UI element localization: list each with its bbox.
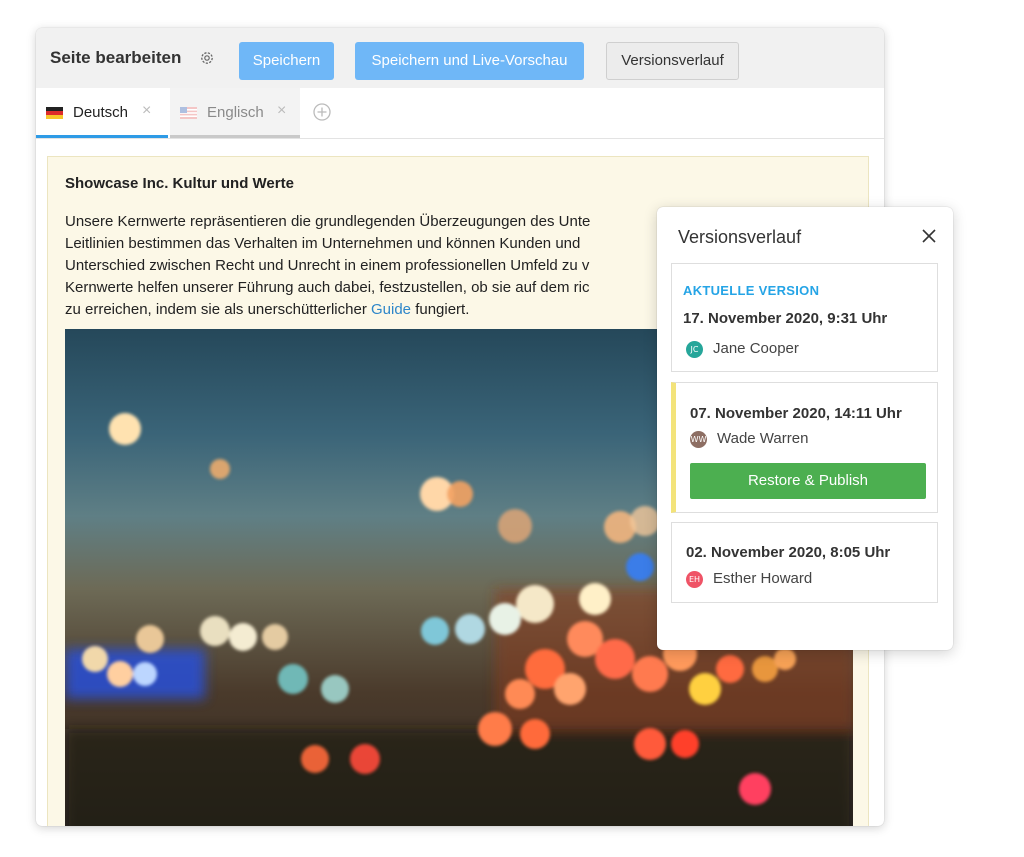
current-version-label: AKTUELLE VERSION — [683, 283, 820, 298]
version-card-selected[interactable]: 07. November 2020, 14:11 Uhr WW Wade War… — [671, 382, 938, 513]
save-and-preview-button[interactable]: Speichern und Live-Vorschau — [355, 42, 584, 80]
paragraph-line: Kernwerte helfen unserer Führung auch da… — [65, 279, 590, 296]
close-icon[interactable]: × — [277, 102, 286, 120]
close-icon[interactable]: × — [142, 102, 151, 120]
avatar: EH — [686, 571, 703, 588]
version-date: 07. November 2020, 14:11 Uhr — [690, 405, 902, 422]
version-date: 02. November 2020, 8:05 Uhr — [686, 544, 891, 561]
language-tabs: Deutsch × Englisch × — [36, 88, 884, 139]
paragraph-line: Leitlinien bestimmen das Verhalten im Un… — [65, 235, 581, 252]
paragraph-line-last: zu erreichen, indem sie als unerschütter… — [65, 299, 685, 321]
paragraph-line: Unterschied zwischen Recht und Unrecht i… — [65, 257, 590, 274]
version-card-current[interactable]: AKTUELLE VERSION 17. November 2020, 9:31… — [671, 263, 938, 372]
version-history-panel: Versionsverlauf AKTUELLE VERSION 17. Nov… — [657, 207, 953, 650]
german-flag-icon — [46, 106, 63, 119]
tab-label: Deutsch — [73, 104, 129, 121]
version-date: 17. November 2020, 9:31 Uhr — [683, 310, 888, 327]
tab-label: Englisch — [207, 104, 264, 121]
version-card[interactable]: 02. November 2020, 8:05 Uhr EH Esther Ho… — [671, 522, 938, 603]
guide-link[interactable]: Guide — [371, 301, 411, 318]
tab-englisch[interactable]: Englisch × — [170, 88, 300, 138]
avatar: WW — [690, 431, 707, 448]
add-language-icon[interactable] — [313, 103, 331, 121]
editor-toolbar: Seite bearbeiten Speichern Speichern und… — [36, 28, 884, 88]
save-button[interactable]: Speichern — [239, 42, 334, 80]
panel-title: Versionsverlauf — [678, 227, 802, 247]
content-heading: Showcase Inc. Kultur und Werte — [65, 175, 294, 192]
page-title: Seite bearbeiten — [50, 48, 182, 67]
gear-icon[interactable] — [199, 50, 215, 66]
version-history-button[interactable]: Versionsverlauf — [606, 42, 739, 80]
version-user: Jane Cooper — [713, 340, 799, 357]
restore-publish-button[interactable]: Restore & Publish — [690, 463, 926, 499]
paragraph-line: Unsere Kernwerte repräsentieren die grun… — [65, 213, 591, 230]
version-user: Esther Howard — [713, 570, 813, 587]
tab-deutsch[interactable]: Deutsch × — [36, 88, 168, 138]
us-flag-icon — [180, 106, 197, 119]
paragraph-text: fungiert. — [415, 301, 470, 318]
paragraph-text: zu erreichen, indem sie als unerschütter… — [65, 301, 367, 318]
content-paragraph: Unsere Kernwerte repräsentieren die grun… — [65, 211, 685, 321]
avatar: JC — [686, 341, 703, 358]
version-user: Wade Warren — [717, 430, 809, 447]
close-icon[interactable] — [920, 227, 938, 245]
